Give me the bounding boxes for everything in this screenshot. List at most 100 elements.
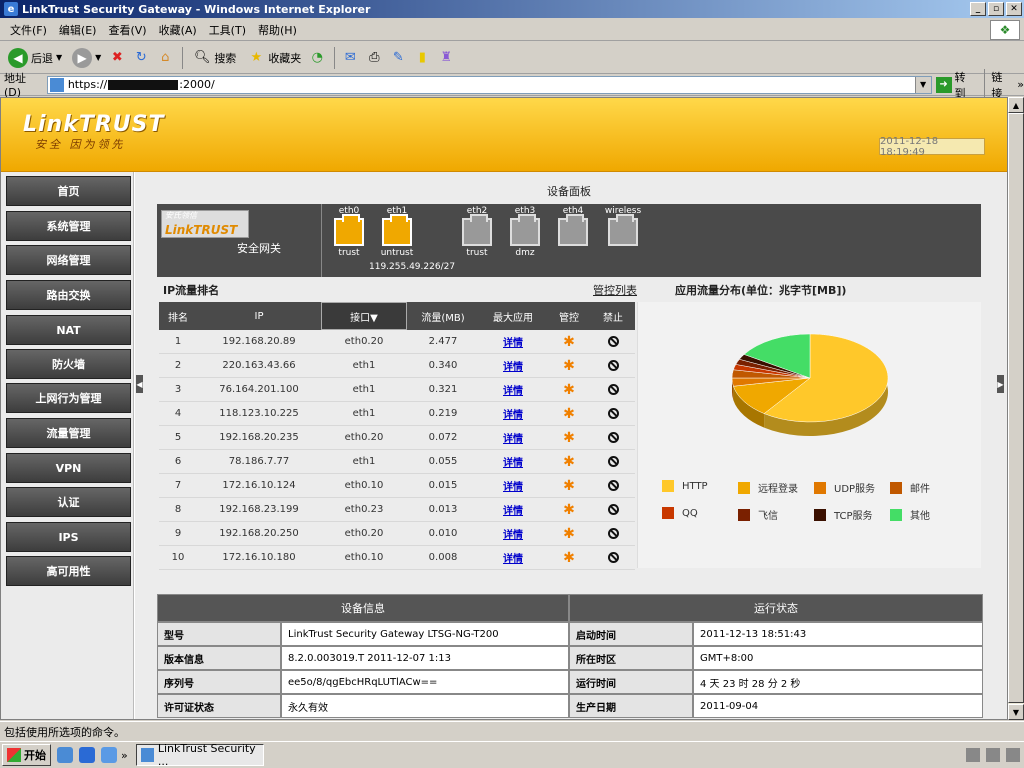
detail-link[interactable]: 详情 (503, 550, 523, 565)
scroll-thumb[interactable] (1008, 113, 1024, 703)
explorer-launch-icon[interactable] (101, 747, 117, 763)
detail-link[interactable]: 详情 (503, 454, 523, 469)
block-icon[interactable] (607, 384, 619, 395)
taskbar-item-ie[interactable]: LinkTrust Security ... (135, 742, 264, 768)
keyboard-icon[interactable] (966, 748, 980, 762)
nav-routing[interactable]: 路由交换 (6, 280, 131, 310)
nav-network[interactable]: 网络管理 (6, 245, 131, 275)
scroll-up-icon[interactable]: ▲ (1008, 97, 1024, 113)
nav-nat[interactable]: NAT (6, 315, 131, 345)
back-button[interactable]: ◀ 后退 ▼ (4, 45, 66, 71)
chevron-right-icon[interactable]: » (121, 749, 128, 762)
nav-home[interactable]: 首页 (6, 176, 131, 206)
menu-help[interactable]: 帮助(H) (252, 22, 303, 38)
block-cell (591, 498, 635, 521)
menu-favorites[interactable]: 收藏(A) (153, 22, 203, 38)
control-icon[interactable]: ✱ (563, 334, 575, 350)
port-eth0[interactable]: eth0 trust (329, 206, 369, 258)
refresh-icon[interactable]: ↻ (131, 48, 151, 68)
port-eth3[interactable]: eth3 dmz (505, 206, 545, 258)
collapse-left-icon[interactable]: ◀ (136, 375, 143, 393)
control-list-link[interactable]: 管控列表 (593, 282, 637, 298)
block-icon[interactable] (607, 552, 619, 563)
detail-link[interactable]: 详情 (503, 478, 523, 493)
detail-link[interactable]: 详情 (503, 382, 523, 397)
menu-view[interactable]: 查看(V) (102, 22, 152, 38)
nav-system[interactable]: 系统管理 (6, 211, 131, 241)
nav-firewall[interactable]: 防火墙 (6, 349, 131, 379)
notes-icon[interactable]: ▮ (412, 48, 432, 68)
nav-behavior[interactable]: 上网行为管理 (6, 383, 131, 413)
block-icon[interactable] (607, 336, 619, 347)
detail-link[interactable]: 详情 (503, 526, 523, 541)
port-eth2[interactable]: eth2 trust (457, 206, 497, 258)
menu-file[interactable]: 文件(F) (4, 22, 53, 38)
collapse-right-icon[interactable]: ▶ (997, 375, 1004, 393)
traffic-cell: 0.072 (428, 432, 458, 443)
stop-icon[interactable]: ✖ (107, 48, 127, 68)
go-button[interactable]: ➜ 转到 (935, 69, 977, 101)
url-suffix: :2000/ (179, 78, 215, 91)
ie-launch-icon[interactable] (79, 747, 95, 763)
maximize-button[interactable]: ▫ (988, 2, 1004, 16)
detail-link[interactable]: 详情 (503, 334, 523, 349)
scroll-down-icon[interactable]: ▼ (1008, 704, 1024, 720)
detail-link[interactable]: 详情 (503, 502, 523, 517)
rank-cell: 9 (174, 528, 182, 539)
control-icon[interactable]: ✱ (563, 526, 575, 542)
links-button[interactable]: 链接 (984, 68, 1013, 101)
port-zone: dmz (515, 248, 535, 258)
interface-cell: eth1 (352, 408, 376, 419)
search-button[interactable]: 🔍︎ 搜索 (188, 45, 240, 71)
nav-ips[interactable]: IPS (6, 522, 131, 552)
detail-link[interactable]: 详情 (503, 406, 523, 421)
mail-icon[interactable]: ✉ (340, 48, 360, 68)
favorites-button[interactable]: ★ 收藏夹 (242, 45, 305, 71)
col-interface[interactable]: 接口▼ (321, 302, 407, 330)
minimize-button[interactable]: _ (970, 2, 986, 16)
block-icon[interactable] (607, 504, 619, 515)
port-eth1[interactable]: eth1 untrust (377, 206, 417, 258)
block-icon[interactable] (607, 408, 619, 419)
block-icon[interactable] (607, 456, 619, 467)
nav-auth[interactable]: 认证 (6, 487, 131, 517)
block-icon[interactable] (607, 528, 619, 539)
print-icon[interactable]: ⎙ (364, 48, 384, 68)
block-icon[interactable] (607, 432, 619, 443)
vertical-scrollbar[interactable]: ▲ ▼ (1008, 97, 1024, 720)
port-eth4[interactable]: eth4 (553, 206, 593, 248)
control-icon[interactable]: ✱ (563, 430, 575, 446)
control-icon[interactable]: ✱ (563, 550, 575, 566)
control-icon[interactable]: ✱ (563, 406, 575, 422)
nav-traffic[interactable]: 流量管理 (6, 418, 131, 448)
menu-edit[interactable]: 编辑(E) (53, 22, 103, 38)
nav-vpn[interactable]: VPN (6, 453, 131, 483)
help-icon[interactable] (986, 748, 1000, 762)
legend-item: 远程登录 (738, 480, 798, 495)
home-icon[interactable]: ⌂ (155, 48, 175, 68)
address-input[interactable]: https:// :2000/ ▼ (46, 75, 932, 94)
close-button[interactable]: ✕ (1006, 2, 1022, 16)
detail-link[interactable]: 详情 (503, 430, 523, 445)
control-icon[interactable]: ✱ (563, 382, 575, 398)
control-icon[interactable]: ✱ (563, 454, 575, 470)
chevron-right-icon[interactable]: » (1017, 78, 1024, 91)
forward-button[interactable]: ▶ ▼ (68, 45, 105, 71)
menu-tools[interactable]: 工具(T) (203, 22, 252, 38)
block-icon[interactable] (607, 480, 619, 491)
nav-ha[interactable]: 高可用性 (6, 556, 131, 586)
desktop-icon[interactable] (57, 747, 73, 763)
detail-link[interactable]: 详情 (503, 358, 523, 373)
messenger-icon[interactable]: ♜ (436, 48, 456, 68)
control-icon[interactable]: ✱ (563, 502, 575, 518)
control-icon[interactable]: ✱ (563, 358, 575, 374)
edit-icon[interactable]: ✎ (388, 48, 408, 68)
tray-settings-icon[interactable] (1006, 748, 1020, 762)
block-icon[interactable] (607, 360, 619, 371)
info-header: 设备信息 运行状态 (157, 594, 983, 622)
address-dropdown-icon[interactable]: ▼ (914, 76, 931, 93)
control-icon[interactable]: ✱ (563, 478, 575, 494)
start-button[interactable]: 开始 (2, 744, 51, 766)
history-icon[interactable]: ◔ (307, 48, 327, 68)
port-wireless[interactable]: wireless (599, 206, 647, 248)
